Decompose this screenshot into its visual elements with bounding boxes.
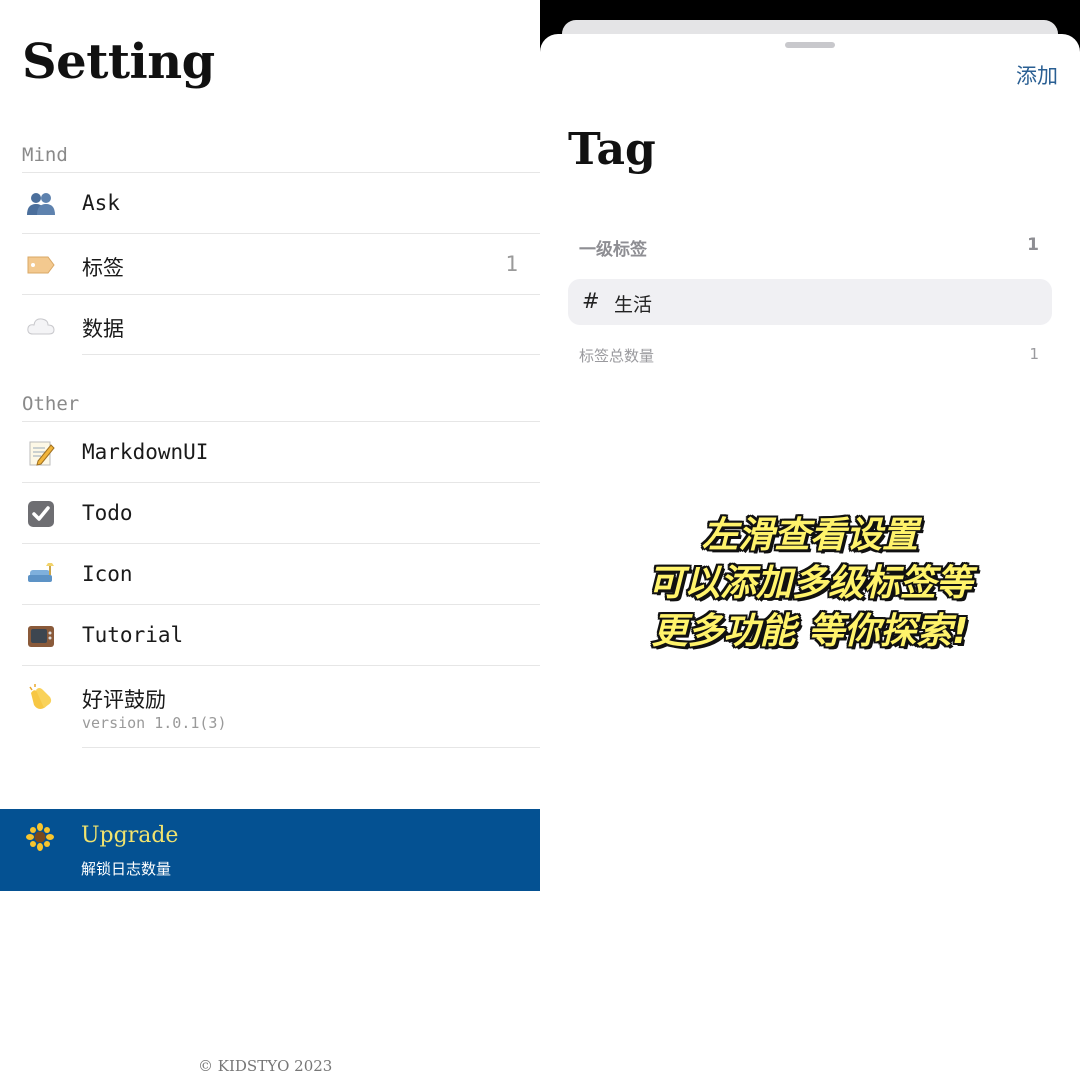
add-button[interactable]: 添加	[1016, 60, 1058, 90]
upgrade-banner[interactable]: Upgrade 解锁日志数量	[0, 809, 540, 891]
tag-name: 生活	[614, 294, 653, 316]
hash-icon: #	[582, 289, 600, 313]
settings-item-label: MarkdownUI	[82, 440, 209, 464]
promo-caption: 左滑查看设置 可以添加多级标签等 更多功能 等你探索!	[540, 512, 1080, 656]
couch-icon	[26, 560, 56, 590]
settings-item-markdownui[interactable]: MarkdownUI	[22, 421, 540, 482]
tag-item[interactable]: # 生活	[568, 279, 1052, 325]
people-icon	[26, 189, 56, 219]
page-title: Setting	[22, 34, 215, 90]
settings-item-data[interactable]: 数据	[22, 294, 540, 355]
upgrade-title: Upgrade	[81, 823, 179, 848]
settings-item-ask[interactable]: Ask	[22, 172, 540, 233]
section-label-other: Other	[22, 393, 80, 415]
caption-line: 更多功能 等你探索!	[651, 611, 969, 652]
settings-item-label: 好评鼓励	[82, 688, 166, 712]
copyright-footer: © KIDSTYO 2023	[198, 1057, 333, 1075]
sheet-title: Tag	[568, 124, 656, 175]
settings-panel: Setting Mind Ask 标签 1 数据 Other MarkdownU…	[0, 0, 540, 1080]
tag-total-label: 标签总数量	[579, 347, 655, 365]
divider	[82, 747, 540, 748]
tag-count: 1	[505, 252, 518, 276]
tv-icon	[26, 621, 56, 651]
settings-item-label: 数据	[82, 317, 124, 341]
version-text: version 1.0.1(3)	[82, 714, 227, 732]
settings-item-label: Icon	[82, 562, 133, 586]
settings-item-todo[interactable]: Todo	[22, 482, 540, 543]
tag-total-count: 1	[1029, 345, 1039, 363]
tag-icon	[26, 250, 56, 280]
settings-item-label: Tutorial	[82, 623, 184, 647]
clap-icon	[26, 682, 56, 712]
memo-icon	[26, 438, 56, 468]
divider	[82, 354, 540, 355]
caption-line: 可以添加多级标签等	[647, 563, 972, 604]
settings-item-label: 标签	[82, 256, 124, 280]
tag-group-count: 1	[1027, 235, 1039, 255]
settings-item-tutorial[interactable]: Tutorial	[22, 604, 540, 665]
settings-item-label: Todo	[82, 501, 133, 525]
caption-line: 左滑查看设置	[701, 515, 918, 556]
sheet-grabber[interactable]	[785, 42, 835, 48]
upgrade-subtitle: 解锁日志数量	[81, 860, 172, 878]
section-label-mind: Mind	[22, 144, 68, 166]
sunflower-icon	[26, 823, 56, 853]
cloud-icon	[26, 311, 56, 341]
tag-group-label: 一级标签	[579, 240, 647, 260]
settings-item-tags[interactable]: 标签 1	[22, 233, 540, 294]
settings-item-label: Ask	[82, 191, 120, 215]
settings-item-rating[interactable]: 好评鼓励 version 1.0.1(3)	[22, 665, 540, 748]
checkbox-icon	[26, 499, 56, 529]
settings-item-icon[interactable]: Icon	[22, 543, 540, 604]
